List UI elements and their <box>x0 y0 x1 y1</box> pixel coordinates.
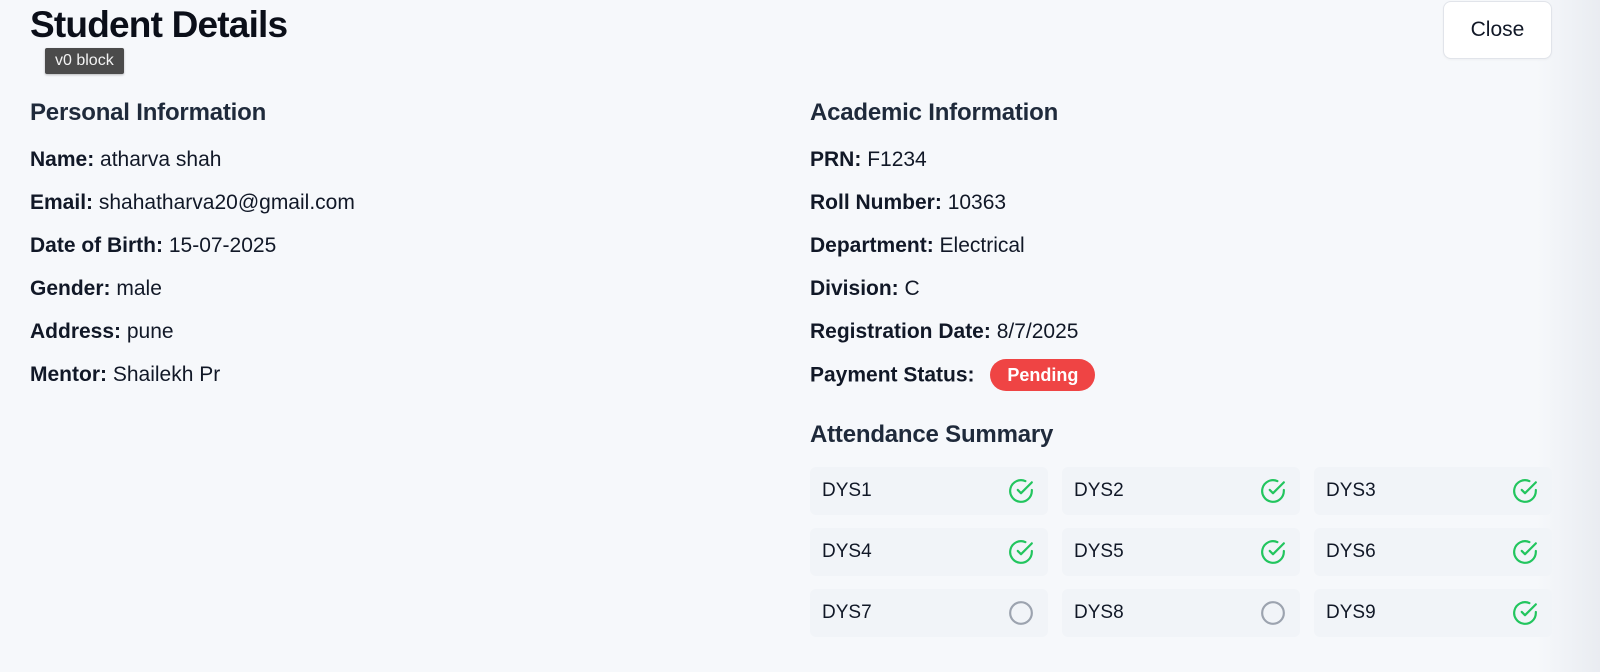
field-label: Gender: <box>30 277 111 300</box>
field-label: Address: <box>30 320 122 343</box>
field-value: shahatharva20@gmail.com <box>98 191 355 214</box>
attendance-day-label: DYS1 <box>822 480 872 501</box>
attendance-item: DYS3 <box>1314 467 1552 515</box>
field-name: Name: atharva shah <box>30 145 730 188</box>
empty-circle-icon <box>1260 600 1286 626</box>
attendance-item: DYS5 <box>1062 528 1300 576</box>
field-label: Department: <box>810 234 934 257</box>
field-label: Payment Status: <box>810 363 975 387</box>
field-label: Mentor: <box>30 363 107 386</box>
attendance-day-label: DYS9 <box>1326 602 1376 623</box>
check-circle-icon <box>1512 478 1538 504</box>
field-date-of-birth: Date of Birth: 15-07-2025 <box>30 231 730 274</box>
attendance-item: DYS6 <box>1314 528 1552 576</box>
personal-information-heading: Personal Information <box>30 99 267 126</box>
attendance-day-label: DYS3 <box>1326 480 1376 501</box>
attendance-day-label: DYS6 <box>1326 541 1376 562</box>
attendance-item: DYS7 <box>810 589 1048 637</box>
attendance-item: DYS9 <box>1314 589 1552 637</box>
attendance-grid: DYS1 DYS2 DYS3 DYS4 DYS5 DYS6 DYS7 DYS8 <box>810 467 1560 637</box>
field-mentor: Mentor: Shailekh Pr <box>30 360 730 403</box>
attendance-item: DYS8 <box>1062 589 1300 637</box>
field-label: Registration Date: <box>810 320 991 343</box>
check-circle-icon <box>1008 539 1034 565</box>
attendance-item: DYS2 <box>1062 467 1300 515</box>
attendance-item: DYS4 <box>810 528 1048 576</box>
field-value: F1234 <box>867 148 927 171</box>
attendance-item: DYS1 <box>810 467 1048 515</box>
check-circle-icon <box>1008 478 1034 504</box>
personal-information-section: Personal Information Name: atharva shah … <box>30 99 730 403</box>
field-value: 15-07-2025 <box>168 234 277 257</box>
field-label: Date of Birth: <box>30 234 163 257</box>
field-value: Electrical <box>939 234 1025 257</box>
field-roll-number: Roll Number: 10363 <box>810 188 1560 231</box>
close-button[interactable]: Close <box>1443 1 1552 59</box>
personal-field-list: Name: atharva shah Email: shahatharva20@… <box>30 145 730 403</box>
payment-status-badge: Pending <box>990 359 1096 391</box>
academic-information-section: Academic Information PRN: F1234 Roll Num… <box>810 99 1560 637</box>
academic-field-list: PRN: F1234 Roll Number: 10363 Department… <box>810 145 1560 403</box>
attendance-day-label: DYS4 <box>822 541 872 562</box>
attendance-day-label: DYS5 <box>1074 541 1124 562</box>
field-division: Division: C <box>810 274 1560 317</box>
field-value: C <box>904 277 920 300</box>
field-value: pune <box>126 320 174 343</box>
page-title: Student Details <box>30 4 288 45</box>
empty-circle-icon <box>1008 600 1034 626</box>
attendance-day-label: DYS8 <box>1074 602 1124 623</box>
field-value: atharva shah <box>100 148 222 171</box>
attendance-day-label: DYS2 <box>1074 480 1124 501</box>
field-label: PRN: <box>810 148 862 171</box>
field-email: Email: shahatharva20@gmail.com <box>30 188 730 231</box>
field-payment-status: Payment Status: Pending <box>810 359 1560 403</box>
check-circle-icon <box>1512 539 1538 565</box>
field-label: Email: <box>30 191 94 214</box>
field-department: Department: Electrical <box>810 231 1560 274</box>
academic-information-heading: Academic Information <box>810 99 1059 126</box>
check-circle-icon <box>1260 539 1286 565</box>
attendance-day-label: DYS7 <box>822 602 872 623</box>
attendance-summary-heading: Attendance Summary <box>810 421 1054 448</box>
block-tooltip: v0 block <box>45 48 124 74</box>
field-prn: PRN: F1234 <box>810 145 1560 188</box>
field-address: Address: pune <box>30 317 730 360</box>
field-value: Shailekh Pr <box>112 363 221 386</box>
check-circle-icon <box>1260 478 1286 504</box>
check-circle-icon <box>1512 600 1538 626</box>
field-value: male <box>116 277 162 300</box>
field-value: 8/7/2025 <box>996 320 1079 343</box>
field-label: Division: <box>810 277 899 300</box>
field-label: Roll Number: <box>810 191 942 214</box>
field-gender: Gender: male <box>30 274 730 317</box>
field-registration-date: Registration Date: 8/7/2025 <box>810 317 1560 360</box>
field-value: 10363 <box>947 191 1007 214</box>
field-label: Name: <box>30 148 95 171</box>
